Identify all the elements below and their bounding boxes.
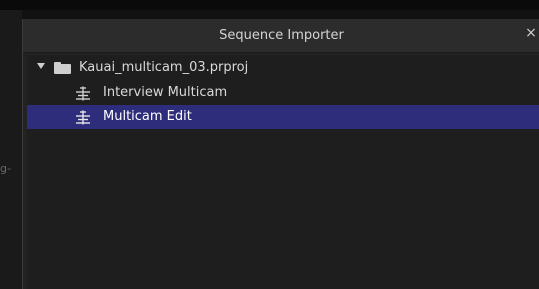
- project-name: Kauai_multicam_03.prproj: [79, 60, 249, 75]
- expand-triangle-icon[interactable]: [37, 63, 45, 69]
- dialog-title: Sequence Importer: [219, 28, 344, 43]
- tree-row-project[interactable]: Kauai_multicam_03.prproj: [27, 56, 539, 80]
- tree-row-sequence-selected[interactable]: Multicam Edit: [27, 105, 539, 129]
- close-icon[interactable]: ×: [522, 19, 539, 47]
- left-panel-edge: [0, 0, 22, 289]
- background-edge-text: g-: [0, 162, 11, 175]
- sequence-icon: [76, 86, 90, 101]
- sequence-label: Multicam Edit: [103, 109, 192, 124]
- folder-icon: [54, 62, 71, 74]
- sequence-label: Interview Multicam: [103, 85, 228, 100]
- dialog-titlebar[interactable]: Sequence Importer ×: [23, 19, 539, 53]
- sequence-icon: [76, 110, 90, 125]
- app-top-edge: [0, 0, 539, 10]
- project-tree: Kauai_multicam_03.prproj Interview Multi…: [27, 55, 539, 289]
- sequence-importer-dialog: Sequence Importer × Kauai_multicam_03.pr…: [22, 19, 539, 289]
- tree-row-sequence[interactable]: Interview Multicam: [27, 81, 539, 105]
